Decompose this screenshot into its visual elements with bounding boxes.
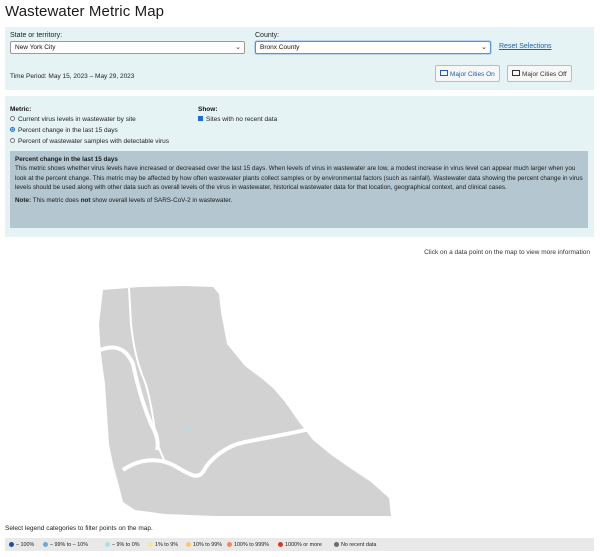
legend-dot-icon <box>227 542 232 547</box>
radio-button[interactable] <box>10 138 15 143</box>
legend-item-1000-or-more[interactable]: 1000% or more <box>278 541 322 548</box>
filter-panel: State or territory: New York City ⌄ Coun… <box>5 27 594 90</box>
legend-item-no-recent-data[interactable]: No recent data <box>334 541 376 548</box>
metric-option-detectable[interactable]: Percent of wastewater samples with detec… <box>10 138 169 145</box>
description-title: Percent change in the last 15 days <box>15 156 118 163</box>
map-hint: Click on a data point on the map to view… <box>424 249 590 256</box>
county-label: County: <box>255 32 280 39</box>
show-no-recent-data[interactable]: Sites with no recent data <box>198 116 277 123</box>
county-select[interactable]: Bronx County ⌄ <box>255 41 491 54</box>
chevron-down-icon: ⌄ <box>235 44 241 51</box>
radio-button[interactable] <box>10 116 15 121</box>
metric-option-current-levels[interactable]: Current virus levels in wastewater by si… <box>10 116 136 123</box>
legend-dot-icon <box>186 542 191 547</box>
radio-button-selected[interactable] <box>10 127 15 132</box>
legend-item-1-to-9[interactable]: 1% to 9% <box>148 541 178 548</box>
state-select-value: New York City <box>15 44 56 51</box>
legend-dot-icon <box>105 542 110 547</box>
shoreline-notch <box>284 353 296 363</box>
major-cities-on-label: Major Cities On <box>450 71 495 78</box>
major-cities-on-button[interactable]: Major Cities On <box>435 65 500 82</box>
major-cities-off-button[interactable]: Major Cities Off <box>507 65 572 82</box>
reset-selections-link[interactable]: Reset Selections <box>499 43 552 50</box>
metric-description: Percent change in the last 15 days This … <box>10 151 588 228</box>
description-note: Note: This metric does not show overall … <box>15 196 233 204</box>
shoreline-notch <box>298 337 306 345</box>
legend-item-100-to-999[interactable]: 100% to 999% <box>227 541 269 548</box>
county-map[interactable] <box>85 284 395 518</box>
checkbox-checked[interactable] <box>198 116 203 121</box>
show-heading: Show: <box>198 106 218 113</box>
metric-panel: Metric: Current virus levels in wastewat… <box>5 96 594 237</box>
major-cities-off-label: Major Cities Off <box>522 71 567 78</box>
legend-dot-icon <box>148 542 153 547</box>
metric-option-percent-change[interactable]: Percent change in the last 15 days <box>10 127 118 134</box>
legend-item-minus-100[interactable]: – 100% <box>9 541 34 548</box>
metric-heading: Metric: <box>10 106 32 113</box>
legend-item-minus-99-to-minus-10[interactable]: – 99% to – 10% <box>43 541 88 548</box>
legend-hint: Select legend categories to filter point… <box>5 525 153 532</box>
data-point <box>186 427 190 431</box>
state-select[interactable]: New York City ⌄ <box>10 41 245 54</box>
page-title: Wastewater Metric Map <box>5 3 165 20</box>
legend-dot-icon <box>9 542 14 547</box>
county-select-value: Bronx County <box>260 44 300 51</box>
legend: – 100% – 99% to – 10% – 9% to 0% 1% to 9… <box>5 538 594 551</box>
state-label: State or territory: <box>10 32 63 39</box>
building-icon <box>512 70 520 76</box>
description-body: This metric shows whether virus levels h… <box>15 165 583 192</box>
legend-dot-icon <box>278 542 283 547</box>
legend-dot-icon <box>43 542 48 547</box>
building-icon <box>440 70 448 76</box>
legend-item-minus-9-to-0[interactable]: – 9% to 0% <box>105 541 140 548</box>
legend-dot-icon <box>334 542 339 547</box>
legend-item-10-to-99[interactable]: 10% to 99% <box>186 541 222 548</box>
time-period: Time Period: May 15, 2023 – May 29, 2023 <box>10 73 135 80</box>
chevron-down-icon: ⌄ <box>481 44 487 51</box>
